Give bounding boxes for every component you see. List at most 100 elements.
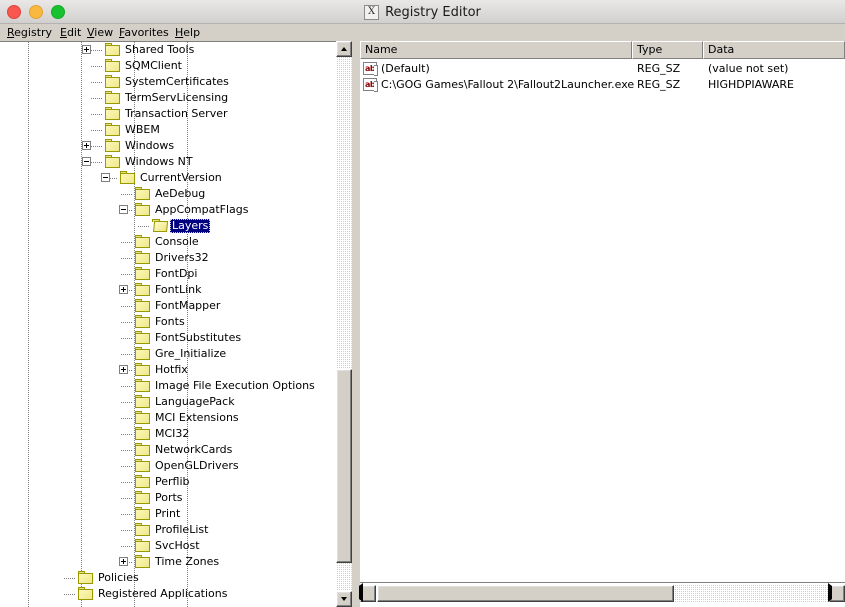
folder-icon [135,507,151,520]
x-window-icon: X [364,4,380,20]
list-scroll-thumb[interactable] [377,585,674,602]
tree-item[interactable]: OpenGLDrivers [0,458,336,474]
folder-icon [135,395,151,408]
tree-connector [121,338,133,339]
registry-tree-pane[interactable]: Shared Tools SQMClient SystemCertificates T… [0,41,352,607]
tree-item[interactable]: MCI32 [0,426,336,442]
menu-registry[interactable]: Registry [6,26,53,40]
tree-collapse-icon[interactable] [82,157,91,166]
scroll-left-icon [359,583,363,602]
tree-scroll-down-button[interactable] [336,591,352,607]
tree-connector [121,450,133,451]
tree-item[interactable]: Policies [0,570,336,586]
column-header-type[interactable]: Type [632,41,703,59]
tree-collapse-icon[interactable] [101,173,110,182]
tree-item[interactable]: SvcHost [0,538,336,554]
tree-item[interactable]: Shared Tools [0,42,336,58]
value-row[interactable]: ab C:\GOG Games\Fallout 2\Fallout2Launche… [360,77,845,93]
tree-item[interactable]: Print [0,506,336,522]
tree-item[interactable]: NetworkCards [0,442,336,458]
list-header-row: Name Type Data [360,41,845,59]
folder-icon [135,555,151,568]
tree-scroll-thumb[interactable] [336,369,352,563]
tree-item[interactable]: Hotfix [0,362,336,378]
list-horizontal-scrollbar[interactable] [359,583,845,602]
tree-item-selected[interactable]: Layers [0,218,336,234]
tree-item[interactable]: SQMClient [0,58,336,74]
tree-item[interactable]: Console [0,234,336,250]
folder-body [135,381,150,392]
tree-item-label: SQMClient [125,59,182,72]
tree-item[interactable]: Drivers32 [0,250,336,266]
tree-item[interactable]: Windows NT [0,154,336,170]
tree-item[interactable]: AeDebug [0,186,336,202]
folder-body [135,349,150,360]
tree-item-label: SvcHost [155,539,200,552]
tree-item[interactable]: WBEM [0,122,336,138]
tree-item[interactable]: TermServLicensing [0,90,336,106]
tree-item[interactable]: Windows [0,138,336,154]
folder-icon [135,363,151,376]
folder-icon [135,203,151,216]
pane-divider[interactable] [352,41,360,607]
folder-body [135,493,150,504]
tree-item[interactable]: Ports [0,490,336,506]
folder-icon [135,187,151,200]
menu-favorites[interactable]: Favorites [118,26,170,40]
tree-item[interactable]: AppCompatFlags [0,202,336,218]
tree-item[interactable]: LanguagePack [0,394,336,410]
tree-item[interactable]: CurrentVersion [0,170,336,186]
tree-item[interactable]: FontDpi [0,266,336,282]
tree-expand-icon[interactable] [119,285,128,294]
tree-vertical-scrollbar[interactable] [336,41,352,607]
string-value-icon: ab [363,62,378,76]
tree-connector [121,242,133,243]
list-scroll-right-button[interactable] [828,583,845,602]
menu-view[interactable]: View [86,26,114,40]
tree-item-label: Gre_Initialize [155,347,227,360]
tree-item[interactable]: Gre_Initialize [0,346,336,362]
folder-body [105,61,120,72]
menu-help[interactable]: Help [174,26,201,40]
tree-item[interactable]: Image File Execution Options [0,378,336,394]
scroll-up-icon [341,47,347,51]
tree-scroll-up-button[interactable] [336,41,352,57]
menu-edit[interactable]: Edit [59,26,82,40]
tree-expand-icon[interactable] [82,141,91,150]
tree-connector [121,194,133,195]
folder-body [135,557,150,568]
folder-body [135,477,150,488]
tree-item[interactable]: FontSubstitutes [0,330,336,346]
tree-item-label: Transaction Server [125,107,228,120]
tree-item[interactable]: MCI Extensions [0,410,336,426]
tree-connector [121,402,133,403]
column-header-name[interactable]: Name [360,41,632,59]
tree-connector [91,162,103,163]
folder-icon [135,283,151,296]
tree-expand-icon[interactable] [119,557,128,566]
column-header-data[interactable]: Data [703,41,845,59]
tree-item-label: Windows NT [125,155,193,168]
registry-values-pane[interactable]: Name Type Data ab (Default) REG_SZ (value not… [360,41,845,607]
tree-collapse-icon[interactable] [119,205,128,214]
list-scroll-left-button[interactable] [359,583,376,602]
tree-connector [121,354,133,355]
tree-item[interactable]: Fonts [0,314,336,330]
folder-body [135,285,150,296]
folder-body [135,461,150,472]
tree-item-label: MCI32 [155,427,190,440]
tree-item-label: MCI Extensions [155,411,239,424]
tree-item[interactable]: FontMapper [0,298,336,314]
tree-item[interactable]: Registered Applications [0,586,336,602]
tree-item[interactable]: Time Zones [0,554,336,570]
tree-connector [91,50,103,51]
value-row[interactable]: ab (Default) REG_SZ (value not set) [360,61,845,77]
tree-item[interactable]: ProfileList [0,522,336,538]
tree-item[interactable]: FontLink [0,282,336,298]
tree-item[interactable]: Transaction Server [0,106,336,122]
tree-item[interactable]: SystemCertificates [0,74,336,90]
folder-icon [105,59,121,72]
tree-item[interactable]: Perflib [0,474,336,490]
tree-expand-icon[interactable] [119,365,128,374]
tree-expand-icon[interactable] [82,45,91,54]
